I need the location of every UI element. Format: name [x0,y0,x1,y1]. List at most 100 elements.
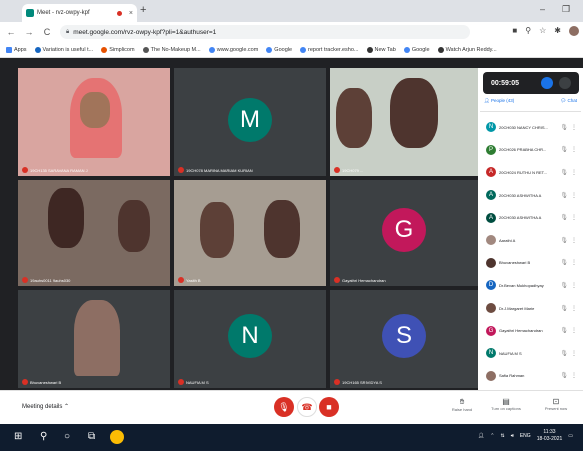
list-item[interactable]: N NAUFIA M S 🎙︎ ⋮ [480,342,581,365]
hand-icon: ✋︎ [459,397,465,406]
more-options-icon[interactable]: ⋮ [571,350,577,357]
more-options-icon[interactable]: ⋮ [571,305,577,312]
new-tab-button[interactable]: + [140,4,146,16]
participant-tile[interactable]: 19auhs0011 9auhs030 [18,180,170,286]
camera-off-button[interactable]: ■ [319,397,339,417]
participant-tile[interactable]: S 19CH165 SRIVIDYA S [330,290,478,388]
participant-avatar: N [486,348,496,359]
captions-button[interactable]: ▤ Turn on captions [488,397,524,411]
tab-people[interactable]: 👤︎ People (43) [484,98,514,111]
bookmark-item[interactable]: New Tab [366,46,396,53]
more-options-icon[interactable]: ⋮ [571,282,577,289]
url-field[interactable]: 🔒︎ meet.google.com/rvz-owpy-kpf?pli=1&au… [60,25,470,39]
bookmark-item[interactable]: Variation is useful t... [34,46,93,53]
leave-call-button[interactable]: ☎︎ [297,397,317,417]
mic-off-icon: 🎙︎ [560,192,568,199]
mic-off-icon: 🎙︎ [560,305,568,312]
list-item[interactable]: Aarathi A 🎙︎ ⋮ [480,229,581,252]
cortana-icon[interactable]: ○ [64,431,70,442]
more-options-icon[interactable]: ⋮ [571,124,577,131]
list-item[interactable]: Bhuvaneshwari B 🎙︎ ⋮ [480,252,581,275]
list-item[interactable]: A 20CH024 RUTHU N RET... 🎙︎ ⋮ [480,161,581,184]
list-item[interactable]: A 20CH030 ASHWITHA A 🎙︎ ⋮ [480,184,581,207]
search-icon[interactable]: ⚲ [40,431,47,442]
profile-avatar[interactable] [569,26,579,36]
mic-off-icon [178,379,184,385]
google-icon [403,46,410,53]
bookmark-item[interactable]: report tracker.esho... [300,46,359,53]
back-icon[interactable]: ← [4,27,18,37]
minimize-icon[interactable]: – [540,4,545,14]
bookmark-item[interactable]: Watch Arjun Reddy... [437,46,497,53]
list-item[interactable]: Safia Rahman 🎙︎ ⋮ [480,365,581,388]
bookmark-item[interactable]: The No-Makeup M... [142,46,201,53]
present-button[interactable]: ⊡ Present now [538,397,574,411]
participant-avatar [486,370,496,381]
more-options-icon[interactable]: ⋮ [571,169,577,176]
meeting-details-button[interactable]: Meeting details ⌃ [22,403,69,410]
more-options-icon[interactable]: ⋮ [571,327,577,334]
bookmark-item[interactable]: www.google.com [208,46,258,53]
participant-video [336,88,372,148]
participant-video [200,202,234,258]
star-icon[interactable]: ☆ [539,26,546,36]
raise-hand-button[interactable]: ✋︎ Raise hand [444,397,480,412]
participant-tile[interactable]: Bhuvaneshwari B [18,290,170,388]
language-indicator[interactable]: ENG [520,433,531,439]
bookmark-item[interactable]: Google [403,46,430,53]
bookmark-item[interactable]: Simplicom [101,46,135,53]
audio-button[interactable] [559,77,572,89]
list-item[interactable]: A 20CH030 ASHWITHA A 🎙︎ ⋮ [480,206,581,229]
participant-avatar: A [486,167,496,178]
list-item[interactable]: Dr.J.Margaret Marie 🎙︎ ⋮ [480,297,581,320]
globe-icon [366,46,373,53]
participant-tile[interactable]: 19CH135 SARAVANA RAMAN J [18,68,170,176]
forward-icon[interactable]: → [22,27,36,37]
more-options-icon[interactable]: ⋮ [571,146,577,153]
mic-off-icon [178,167,184,173]
list-item[interactable]: D Dr.Bevan Mukhopadhyay 🎙︎ ⋮ [480,274,581,297]
participant-tile[interactable]: 19CH079 ... [330,68,478,176]
camera-icon[interactable]: ■ [512,26,517,36]
list-item[interactable]: G Gayathri Hemachandran 🎙︎ ⋮ [480,319,581,342]
more-options-icon[interactable]: ⋮ [571,372,577,379]
windows-start-icon[interactable]: ⊞ [14,431,22,442]
participant-tile[interactable]: Yasith B [174,180,326,286]
search-icon[interactable]: ⚲ [525,26,531,36]
participant-tile[interactable]: G Gayathri Hemachandran [330,180,478,286]
clock[interactable]: 11:33 18-03-2021 [537,429,563,443]
tile-name: Yasith B [178,277,201,283]
participant-avatar: S [382,314,426,358]
network-icon[interactable]: ⇅ [500,433,504,439]
task-view-icon[interactable]: ⧉ [88,431,95,442]
mic-off-button[interactable]: 🎙︎ [274,397,294,417]
tab-chat[interactable]: 💬︎ Chat [561,98,577,111]
mic-off-icon: 🎙︎ [560,350,568,357]
chrome-icon[interactable] [110,430,124,444]
more-options-icon[interactable]: ⋮ [571,237,577,244]
chevron-up-icon[interactable]: ⌃ [490,433,494,439]
meet-tab[interactable]: Meet - rvz-owpy-kpf × [22,4,137,22]
bookmark-item[interactable]: Google [266,46,292,53]
more-options-icon[interactable]: ⋮ [571,192,577,199]
browser-tab-bar: Meet - rvz-owpy-kpf × + – ❐ [0,0,583,22]
participant-tile[interactable]: M 19CH078 MARINA MARIAM KURIAN [174,68,326,176]
list-item[interactable]: N 20CH030 NANCY CHRIS... 🎙︎ ⋮ [480,116,581,139]
list-item[interactable]: P 20CH026 PRABHA CHR... 🎙︎ ⋮ [480,139,581,162]
close-tab-icon[interactable]: × [129,10,133,17]
notifications-icon[interactable]: ▭ [568,433,573,439]
mic-off-icon [178,277,184,283]
reload-icon[interactable]: C [40,27,54,37]
bookmark-item[interactable]: Apps [6,46,27,53]
more-options-icon[interactable]: ⋮ [571,259,577,266]
participant-avatar: N [228,314,272,358]
more-options-icon[interactable]: ⋮ [571,214,577,221]
mic-off-icon: 🎙︎ [560,328,568,335]
maximize-icon[interactable]: ❐ [562,4,570,15]
stop-recording-button[interactable] [541,77,554,89]
people-icon[interactable]: 👤︎ [478,433,484,439]
volume-icon[interactable]: 🔊︎ [511,433,514,439]
extensions-icon[interactable]: ✱ [554,26,561,36]
google-icon [300,46,307,53]
participant-tile[interactable]: N NAUFIA M S [174,290,326,388]
